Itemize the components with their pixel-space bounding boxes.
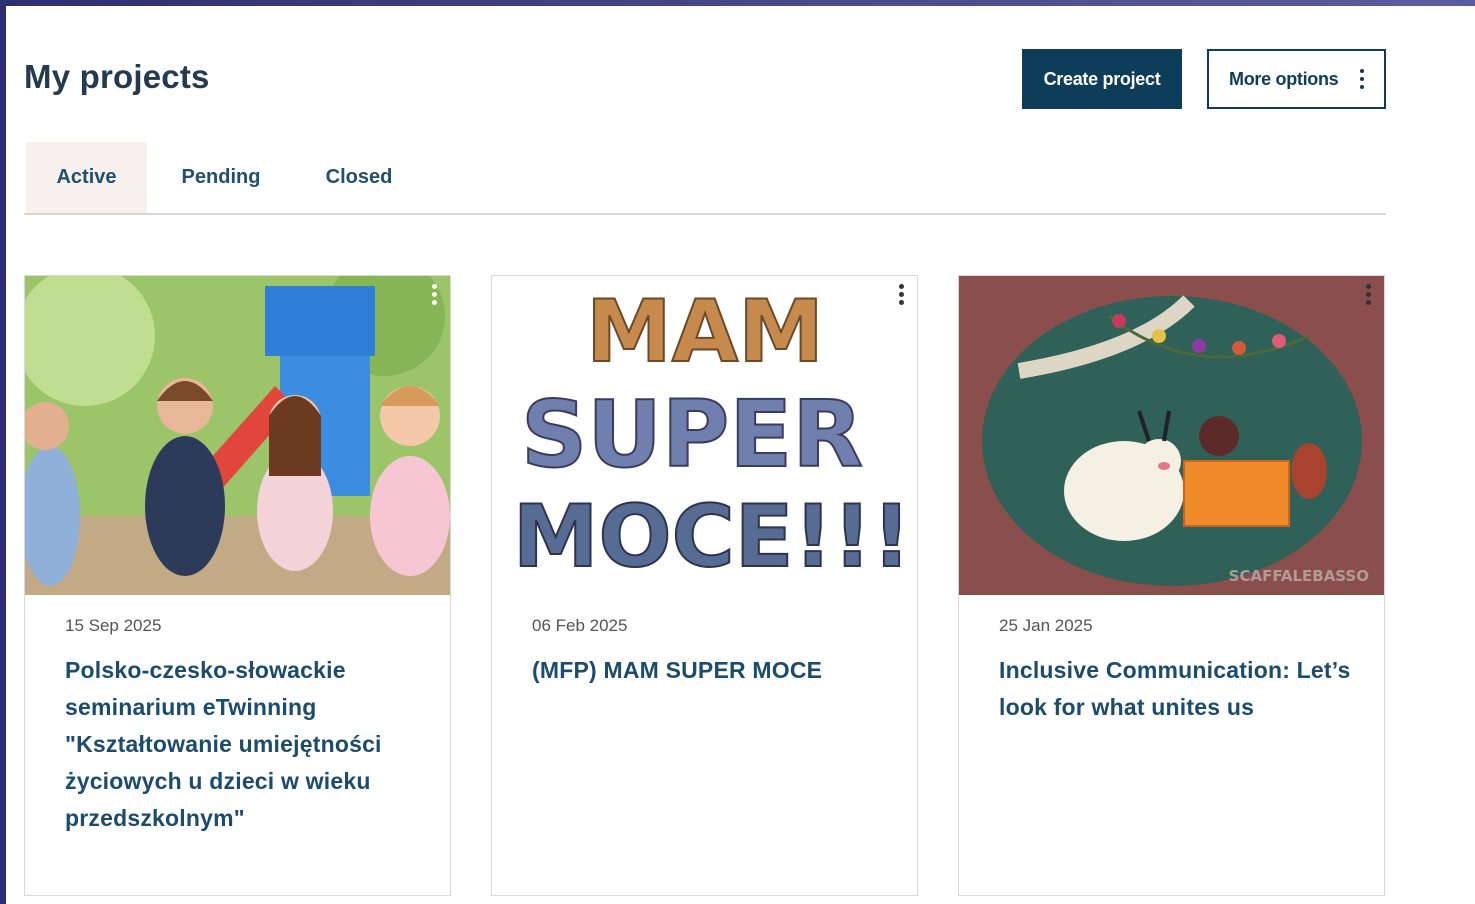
project-date: 15 Sep 2025 — [65, 616, 162, 635]
tab-pending[interactable]: Pending — [166, 142, 276, 213]
project-card[interactable]: MAM SUPER MOCE!!! 06 Feb 2025 (MFP) MAM … — [491, 275, 918, 896]
kebab-menu-icon — [1360, 69, 1364, 89]
more-options-label: More options — [1229, 68, 1339, 89]
project-date: 06 Feb 2025 — [532, 616, 628, 635]
artwork-text-super: SUPER — [521, 381, 863, 488]
felt-sheep-illustration: SCAFFALEBASSO — [959, 276, 1384, 595]
tab-closed[interactable]: Closed — [309, 142, 409, 213]
project-date: 25 Jan 2025 — [999, 616, 1093, 635]
card-options-icon[interactable] — [899, 284, 905, 306]
more-options-button[interactable]: More options — [1207, 49, 1386, 109]
page-title: My projects — [24, 58, 210, 95]
children-playground-illustration — [25, 276, 450, 595]
project-status-tabs: Active Pending Closed — [24, 142, 1386, 215]
artwork-text-moce: MOCE!!! — [513, 487, 911, 587]
create-project-button[interactable]: Create project — [1022, 49, 1182, 109]
projects-page: My projects Create project More options … — [6, 6, 1475, 904]
artwork-text-mam: MAM — [586, 282, 824, 382]
project-title-link[interactable]: Inclusive Communication: Let’s look for … — [999, 652, 1359, 726]
project-image-mam-super-moce: MAM SUPER MOCE!!! — [492, 276, 917, 595]
project-image-felt-sheep: SCAFFALEBASSO — [959, 276, 1384, 595]
project-card[interactable]: SCAFFALEBASSO 25 Jan 2025 Inclusive Comm… — [958, 275, 1385, 896]
tab-active[interactable]: Active — [26, 142, 147, 213]
card-options-icon[interactable] — [1366, 284, 1372, 306]
mam-super-moce-artwork: MAM SUPER MOCE!!! — [512, 281, 912, 588]
project-title-link[interactable]: (MFP) MAM SUPER MOCE — [532, 652, 892, 689]
project-title-link[interactable]: Polsko-czesko-słowackie seminarium eTwin… — [65, 652, 425, 837]
project-card[interactable]: 15 Sep 2025 Polsko-czesko-słowackie semi… — [24, 275, 451, 896]
image-watermark: SCAFFALEBASSO — [1229, 567, 1369, 585]
card-options-icon[interactable] — [432, 284, 438, 306]
project-image-children-playground — [25, 276, 450, 595]
